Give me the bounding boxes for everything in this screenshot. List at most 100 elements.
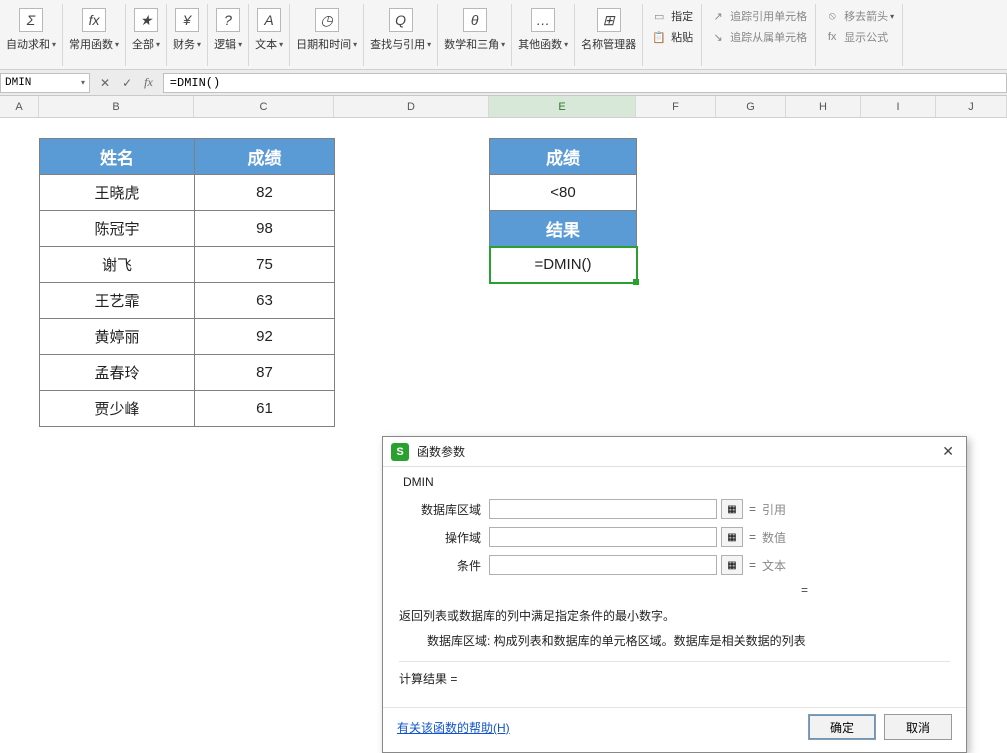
dialog-titlebar[interactable]: S 函数参数 ✕ <box>383 437 966 467</box>
table-row: 黄婷丽92 <box>40 319 335 355</box>
star-icon: ★ <box>134 8 158 32</box>
param-field-input[interactable] <box>489 527 717 547</box>
chevron-down-icon: ▾ <box>52 40 56 49</box>
column-header-G[interactable]: G <box>716 96 786 117</box>
column-header-B[interactable]: B <box>39 96 194 117</box>
datetime-label: 日期和时间 <box>296 36 351 52</box>
param-criteria-input[interactable] <box>489 555 717 575</box>
formula-icon: fx <box>824 30 840 44</box>
finance-label: 财务 <box>173 36 195 52</box>
name-manager-label: 名称管理器 <box>581 36 636 52</box>
range-select-button[interactable]: ▦ <box>721 555 743 575</box>
remove-arrows-button[interactable]: ⦸移去箭头▾ <box>820 6 898 26</box>
formula-bar: DMIN ▾ ✕ ✓ fx =DMIN() <box>0 70 1007 96</box>
cancel-formula-button[interactable]: ✕ <box>98 76 112 90</box>
close-button[interactable]: ✕ <box>938 443 958 460</box>
ok-button[interactable]: 确定 <box>808 714 876 740</box>
math-label: 数学和三角 <box>444 36 499 52</box>
chevron-down-icon: ▾ <box>890 12 894 21</box>
datetime-button[interactable]: ◷ 日期和时间▾ <box>294 6 359 54</box>
result-header[interactable]: 结果 <box>490 211 637 247</box>
trace-dependents-icon: ↘ <box>710 30 726 44</box>
chevron-down-icon[interactable]: ▾ <box>81 78 85 88</box>
trace-dependents-button[interactable]: ↘追踪从属单元格 <box>706 27 811 47</box>
all-functions-button[interactable]: ★ 全部▾ <box>130 6 162 54</box>
define-name-button[interactable]: ▭指定 <box>647 6 697 26</box>
accept-formula-button[interactable]: ✓ <box>120 76 134 90</box>
param-database-label: 数据库区域 <box>399 501 489 518</box>
show-formulas-button[interactable]: fx显示公式 <box>820 27 898 47</box>
common-fn-label: 常用函数 <box>69 36 113 52</box>
fx-icon: fx <box>82 8 106 32</box>
param-database-hint: 引用 <box>762 501 786 518</box>
param-description: 数据库区域: 构成列表和数据库的单元格区域。数据库是相关数据的列表 <box>399 632 950 651</box>
table-row: 王晓虎82 <box>40 175 335 211</box>
math-button[interactable]: θ 数学和三角▾ <box>442 6 507 54</box>
clock-icon: ◷ <box>315 8 339 32</box>
chevron-down-icon: ▾ <box>238 40 242 49</box>
chevron-down-icon: ▾ <box>427 40 431 49</box>
text-label: 文本 <box>255 36 277 52</box>
column-header-E[interactable]: E <box>489 96 636 117</box>
param-field-hint: 数值 <box>762 529 786 546</box>
chevron-down-icon: ▾ <box>564 40 568 49</box>
range-select-button[interactable]: ▦ <box>721 499 743 519</box>
result-equals: = <box>399 583 950 597</box>
lookup-label: 查找与引用 <box>370 36 425 52</box>
common-functions-button[interactable]: fx 常用函数▾ <box>67 6 121 54</box>
cancel-button[interactable]: 取消 <box>884 714 952 740</box>
paste-name-button[interactable]: 📋粘贴 <box>647 27 697 47</box>
criteria-header-score[interactable]: 成绩 <box>490 139 637 175</box>
help-link[interactable]: 有关该函数的帮助(H) <box>397 719 800 736</box>
table-row: 孟春玲87 <box>40 355 335 391</box>
chevron-down-icon: ▾ <box>115 40 119 49</box>
name-box-value: DMIN <box>5 77 31 89</box>
autosum-button[interactable]: Σ 自动求和▾ <box>4 6 58 54</box>
finance-button[interactable]: ¥ 财务▾ <box>171 6 203 54</box>
app-icon: S <box>391 443 409 461</box>
autosum-label: 自动求和 <box>6 36 50 52</box>
paste-icon: 📋 <box>651 30 667 44</box>
param-criteria-label: 条件 <box>399 557 489 574</box>
insert-function-button[interactable]: fx <box>142 75 155 90</box>
column-headers: A B C D E F G H I J <box>0 96 1007 118</box>
column-header-H[interactable]: H <box>786 96 861 117</box>
trace-precedents-button[interactable]: ↗追踪引用单元格 <box>706 6 811 26</box>
spreadsheet-grid[interactable]: 姓名 成绩 王晓虎82 陈冠宇98 谢飞75 王艺霏63 黄婷丽92 孟春玲87… <box>0 118 1007 659</box>
active-cell[interactable]: =DMIN() <box>490 247 637 283</box>
header-name[interactable]: 姓名 <box>40 139 195 175</box>
other-functions-button[interactable]: … 其他函数▾ <box>516 6 570 54</box>
function-name: DMIN <box>399 475 950 489</box>
column-header-J[interactable]: J <box>936 96 1007 117</box>
column-header-I[interactable]: I <box>861 96 936 117</box>
header-score[interactable]: 成绩 <box>195 139 335 175</box>
equals-sign: = <box>749 558 756 572</box>
ribbon-toolbar: Σ 自动求和▾ fx 常用函数▾ ★ 全部▾ ¥ 财务▾ ? 逻辑▾ A 文本▾ <box>0 0 1007 70</box>
fill-handle[interactable] <box>633 279 639 285</box>
chevron-down-icon: ▾ <box>501 40 505 49</box>
search-icon: Q <box>389 8 413 32</box>
tag-icon: ▭ <box>651 9 667 23</box>
range-select-button[interactable]: ▦ <box>721 527 743 547</box>
column-header-C[interactable]: C <box>194 96 334 117</box>
name-box[interactable]: DMIN ▾ <box>0 73 90 93</box>
theta-icon: θ <box>463 8 487 32</box>
table-row: 王艺霏63 <box>40 283 335 319</box>
name-manager-button[interactable]: ⊞ 名称管理器 <box>579 6 638 54</box>
equals-sign: = <box>749 530 756 544</box>
chevron-down-icon: ▾ <box>156 40 160 49</box>
criteria-value[interactable]: <80 <box>490 175 637 211</box>
column-header-F[interactable]: F <box>636 96 716 117</box>
chevron-down-icon: ▾ <box>353 40 357 49</box>
lookup-button[interactable]: Q 查找与引用▾ <box>368 6 433 54</box>
formula-input[interactable]: =DMIN() <box>163 73 1007 93</box>
logic-button[interactable]: ? 逻辑▾ <box>212 6 244 54</box>
param-database-input[interactable] <box>489 499 717 519</box>
column-header-D[interactable]: D <box>334 96 489 117</box>
column-header-A[interactable]: A <box>0 96 39 117</box>
chevron-down-icon: ▾ <box>197 40 201 49</box>
remove-arrows-icon: ⦸ <box>824 9 840 23</box>
text-button[interactable]: A 文本▾ <box>253 6 285 54</box>
dialog-title: 函数参数 <box>417 443 938 460</box>
calc-result-label: 计算结果 = <box>399 661 950 687</box>
